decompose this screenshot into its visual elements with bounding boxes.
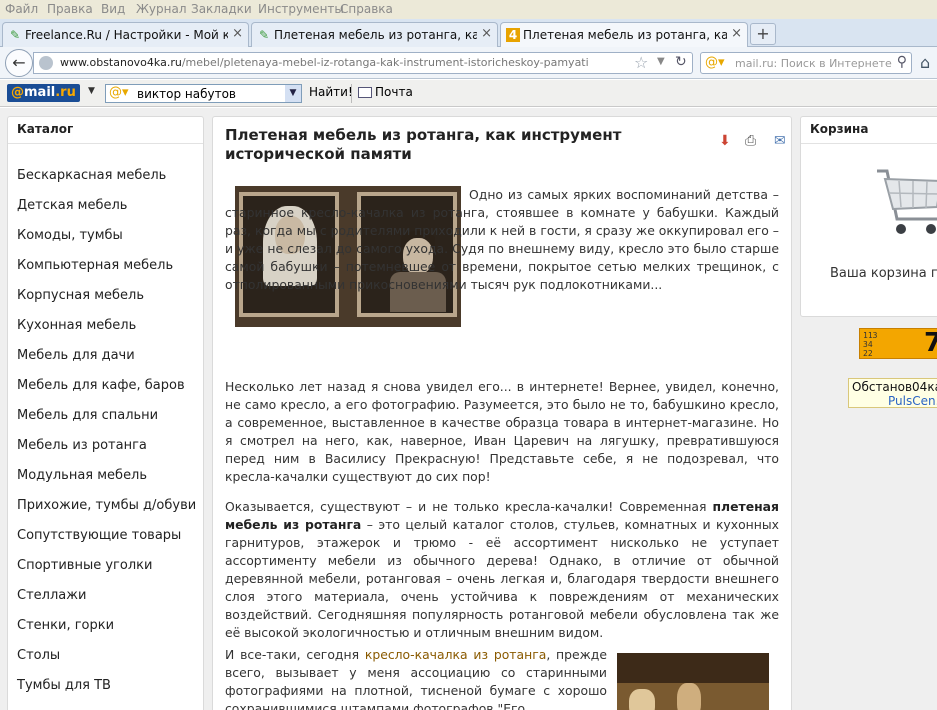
cart-panel: Корзина Ваша корзина пу [800,116,937,317]
photo-figure [629,689,655,710]
envelope-icon[interactable] [358,87,372,98]
paragraph-4: И все-таки, сегодня кресло-качалка из ро… [225,647,607,710]
menu-tools[interactable]: Инструменты [258,2,344,16]
shopping-cart-icon[interactable] [871,157,937,247]
mail-button[interactable]: Почта [375,85,413,99]
catalog-item[interactable]: Мебель из ротанга [17,431,196,461]
cart-empty-text: Ваша корзина пу [830,266,937,281]
visitor-counter-badge[interactable]: 113 34 22 7 [859,328,937,359]
find-button[interactable]: Найти! [309,85,353,99]
counter-numbers: 113 34 22 [863,331,878,358]
catalog-sidebar: Каталог Бескаркасная мебель Детская мебе… [7,116,204,710]
tab-rattan-article-1[interactable]: ✎ Плетеная мебель из ротанга, как инст..… [251,22,498,47]
close-icon[interactable]: × [731,26,742,41]
toolbar-divider [351,84,352,103]
paragraph-1: Одно из самых ярких воспоминаний детства… [225,187,779,292]
pulscen-badge[interactable]: Обстанов04ка.ru PulsCen.ru [848,378,937,408]
menu-bookmarks[interactable]: Закладки [191,2,252,16]
address-bar[interactable]: www.obstanovo4ka.ru/mebel/pletenaya-mebe… [33,52,693,74]
tab-strip: ✎ Freelance.Ru / Настройки - Мой кабинет… [0,19,937,48]
menu-file[interactable]: Файл [5,2,38,16]
home-icon[interactable]: ⌂ [920,53,930,72]
site-identity-icon[interactable] [39,56,53,70]
photo-figure [677,683,701,710]
mailru-toolbar: @mail.ru ▼ @▾ виктор набутов ▼ Найти! По… [0,80,937,107]
article-panel: Плетеная мебель из ротанга, как инструме… [212,116,792,710]
chevron-down-icon[interactable]: ▼ [285,85,301,102]
menu-bar: Файл Правка Вид Журнал Закладки Инструме… [0,0,937,19]
back-arrow-icon: ← [12,53,26,72]
web-page: Каталог Бескаркасная мебель Детская мебе… [0,108,937,710]
pulscen-link[interactable]: PulsCen.ru [888,394,937,408]
close-icon[interactable]: × [232,26,243,41]
pulscen-site-name: Обстанов04ка.ru [852,380,937,394]
catalog-item[interactable]: Спортивные уголки [17,551,196,581]
back-button[interactable]: ← [5,49,33,77]
tab-title: Freelance.Ru / Настройки - Мой кабинет [25,28,228,42]
vintage-photo [617,653,769,710]
menu-view[interactable]: Вид [101,2,125,16]
freelance-favicon-icon: ✎ [9,28,21,42]
mailru-user-icon: @▾ [109,85,129,100]
logo-dropdown-icon[interactable]: ▼ [88,86,95,96]
navigation-bar: ← www.obstanovo4ka.ru/mebel/pletenaya-me… [0,47,937,79]
obstanovochka-favicon-icon: 4 [506,28,520,42]
catalog-title: Каталог [17,122,74,136]
catalog-item[interactable]: Детская мебель [17,191,196,221]
bookmark-star-icon[interactable]: ☆ [634,53,648,72]
catalog-item[interactable]: Столы [17,641,196,671]
catalog-item[interactable]: Комоды, тумбы [17,221,196,251]
user-name: виктор набутов [137,87,236,101]
menu-history[interactable]: Журнал [136,2,187,16]
mailru-logo[interactable]: @mail.ru [7,84,80,102]
menu-help[interactable]: Справка [340,2,393,16]
cart-title: Корзина [810,122,869,136]
tab-rattan-article-active[interactable]: 4 Плетеная мебель из ротанга, как инст..… [500,22,748,48]
tab-title: Плетеная мебель из ротанга, как инст... [274,28,477,42]
catalog-item[interactable]: Корпусная мебель [17,281,196,311]
email-icon[interactable]: ✉ [774,133,786,149]
catalog-item[interactable]: Тумбы для ТВ [17,671,196,701]
catalog-item[interactable]: Мебель для дачи [17,341,196,371]
photo-background [617,653,769,683]
reload-icon[interactable]: ↻ [675,54,687,70]
tab-title: Плетеная мебель из ротанга, как инст... [523,28,727,42]
catalog-item[interactable]: Сопутствующие товары [17,521,196,551]
catalog-item[interactable]: Бескаркасная мебель [17,161,196,191]
rocking-chair-link[interactable]: кресло-качалка из ротанга [365,647,546,662]
divider [8,143,203,144]
menu-edit[interactable]: Правка [47,2,93,16]
paragraph-2: Несколько лет назад я снова увидел его..… [225,379,779,484]
catalog-item[interactable]: Стеллажи [17,581,196,611]
url-text: www.obstanovo4ka.ru/mebel/pletenaya-mebe… [60,56,589,69]
article-title: Плетеная мебель из ротанга, как инструме… [225,126,622,163]
search-placeholder: mail.ru: Поиск в Интернете [735,57,892,70]
close-icon[interactable]: × [481,26,492,41]
catalog-item[interactable]: Кухонная мебель [17,311,196,341]
search-box[interactable]: @▾ mail.ru: Поиск в Интернете ⚲ [700,52,912,74]
catalog-item[interactable]: Модульная мебель [17,461,196,491]
catalog-item[interactable]: Мебель для кафе, баров [17,371,196,401]
freelance-favicon-icon: ✎ [258,28,270,42]
tab-freelance-settings[interactable]: ✎ Freelance.Ru / Настройки - Мой кабинет… [2,22,249,47]
catalog-item[interactable]: Мебель для спальни [17,401,196,431]
catalog-item[interactable]: Стенки, горки [17,611,196,641]
search-icon[interactable]: ⚲ [897,54,907,70]
counter-logo: 7 [924,328,937,358]
catalog-item[interactable]: Компьютерная мебель [17,251,196,281]
paragraph-3: Оказывается, существуют – и не только кр… [225,499,780,640]
divider [801,143,937,144]
print-icon[interactable]: ⎙ [745,133,756,149]
mailru-search-engine-icon[interactable]: @▾ [705,55,725,70]
url-dropdown-icon[interactable]: ▼ [657,56,665,67]
user-select[interactable]: @▾ виктор набутов ▼ [105,84,302,103]
catalog-item[interactable]: Прихожие, тумбы д/обуви [17,491,196,521]
new-tab-button[interactable]: + [750,23,776,45]
catalog-list: Бескаркасная мебель Детская мебель Комод… [17,161,196,701]
pdf-icon[interactable]: ⬇ [719,133,731,149]
